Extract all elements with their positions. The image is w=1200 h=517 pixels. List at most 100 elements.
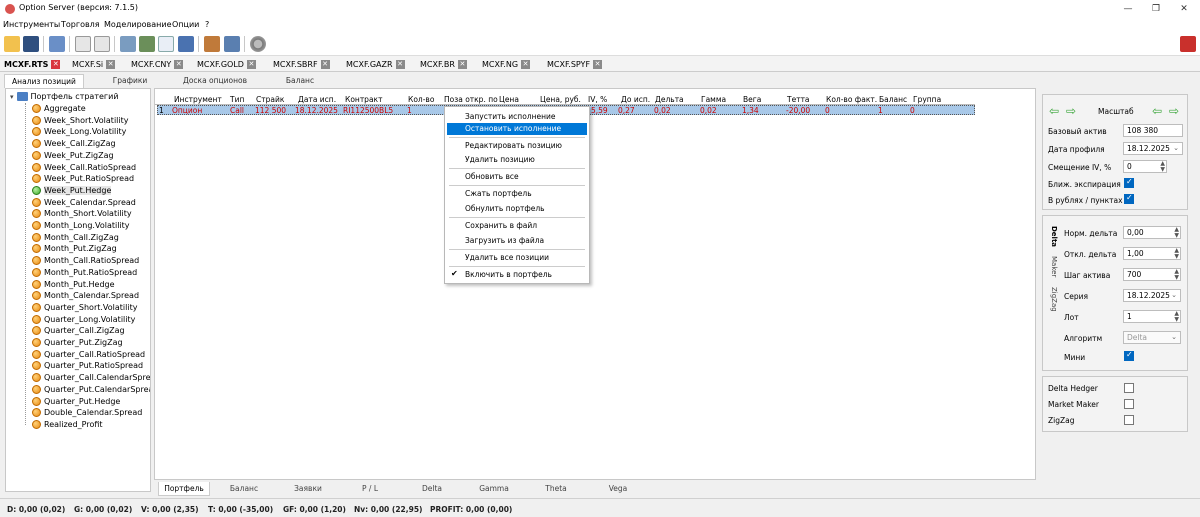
- menu-modeling[interactable]: Моделирование: [104, 20, 172, 29]
- grid-settings-icon[interactable]: [120, 36, 136, 52]
- tab-portfolio[interactable]: Портфель: [158, 482, 210, 496]
- tree-item[interactable]: Quarter_Call.ZigZag: [32, 325, 125, 336]
- menu-load-from-file[interactable]: Загрузить из файла: [447, 235, 587, 247]
- menu-delete-all-positions[interactable]: Удалить все позиции: [447, 252, 587, 264]
- tree-item[interactable]: Week_Put.RatioSpread: [32, 173, 134, 184]
- tree-item[interactable]: Double_Calendar.Spread: [32, 407, 142, 418]
- tree-item[interactable]: Quarter_Put.CalendarSpread: [32, 384, 150, 395]
- spin-icon[interactable]: ▲ ▼: [1174, 248, 1179, 260]
- menu-instruments[interactable]: Инструменты: [3, 20, 60, 29]
- open-folder-icon[interactable]: [4, 36, 20, 52]
- instrument-tab[interactable]: MCXF.BR ✕: [420, 58, 467, 70]
- base-asset-field[interactable]: 108 380: [1123, 124, 1183, 137]
- menu-options[interactable]: Опции: [172, 20, 199, 29]
- tree-item[interactable]: Quarter_Put.Hedge: [32, 396, 120, 407]
- tree-item[interactable]: Month_Short.Volatility: [32, 208, 132, 219]
- tree-item[interactable]: Month_Calendar.Spread: [32, 290, 139, 301]
- document-settings-icon[interactable]: [94, 36, 110, 52]
- chart-tools-icon[interactable]: [139, 36, 155, 52]
- network-icon[interactable]: [224, 36, 240, 52]
- close-tab-icon[interactable]: ✕: [51, 59, 61, 69]
- instrument-tab[interactable]: MCXF.SPYF ✕: [547, 58, 603, 70]
- tab-charts[interactable]: Графики: [104, 74, 156, 88]
- close-tab-icon[interactable]: ✕: [395, 59, 405, 69]
- delta-hedger-checkbox[interactable]: [1124, 383, 1134, 393]
- instrument-tab[interactable]: MCXF.NG ✕: [482, 58, 531, 70]
- menu-reset-portfolio[interactable]: Обнулить портфель: [447, 203, 587, 215]
- menu-start-execution[interactable]: Запустить исполнение: [447, 111, 587, 123]
- menu-help[interactable]: ?: [205, 20, 209, 29]
- iv-shift-stepper[interactable]: 0 ▲ ▼: [1123, 160, 1167, 173]
- tree-item[interactable]: Month_Call.ZigZag: [32, 232, 119, 243]
- col-header[interactable]: Тип: [230, 95, 244, 104]
- instrument-tab[interactable]: MCXF.Si ✕: [72, 58, 116, 70]
- new-document-icon[interactable]: [75, 36, 91, 52]
- close-tab-icon[interactable]: ✕: [320, 59, 330, 69]
- rub-points-checkbox[interactable]: [1124, 193, 1134, 204]
- line-chart-icon[interactable]: [158, 36, 174, 52]
- close-tab-icon[interactable]: ✕: [106, 59, 116, 69]
- spin-icon[interactable]: ▲ ▼: [1174, 227, 1179, 239]
- tree-item[interactable]: Week_Put.ZigZag: [32, 150, 114, 161]
- spin-icon[interactable]: ▲ ▼: [1174, 269, 1179, 281]
- vtab-delta[interactable]: Delta: [1050, 226, 1058, 247]
- tab-position-analysis[interactable]: Анализ позиций: [4, 74, 84, 88]
- spin-icon[interactable]: ▲ ▼: [1160, 161, 1165, 173]
- restore-button[interactable]: ❐: [1142, 2, 1170, 16]
- close-tab-icon[interactable]: ✕: [521, 59, 531, 69]
- col-header[interactable]: Страйк: [256, 95, 284, 104]
- menu-delete-position[interactable]: Удалить позицию: [447, 154, 587, 166]
- tab-delta[interactable]: Delta: [412, 482, 452, 496]
- tree-item[interactable]: Quarter_Short.Volatility: [32, 302, 137, 313]
- col-header[interactable]: Цена: [499, 95, 519, 104]
- tree-item[interactable]: Month_Long.Volatility: [32, 220, 130, 231]
- instrument-tab[interactable]: MCXF.CNY ✕: [131, 58, 184, 70]
- tree-item[interactable]: Week_Call.ZigZag: [32, 138, 116, 149]
- vtab-zigzag[interactable]: ZigZag: [1050, 287, 1058, 312]
- close-tab-icon[interactable]: ✕: [174, 59, 184, 69]
- tree-item[interactable]: Quarter_Put.RatioSpread: [32, 360, 143, 371]
- menu-trading[interactable]: Торговля: [61, 20, 100, 29]
- instrument-tab[interactable]: MCXF.RTS ✕: [4, 58, 61, 70]
- chevron-down-icon[interactable]: ⌄: [1171, 290, 1177, 301]
- arrow-left-icon[interactable]: ⇦: [1152, 104, 1162, 118]
- tree-root[interactable]: ▾ Портфель стратегий: [10, 92, 119, 101]
- chevron-down-icon[interactable]: ⌄: [1171, 332, 1177, 343]
- menu-compress-portfolio[interactable]: Сжать портфель: [447, 188, 587, 200]
- col-header[interactable]: Инструмент: [174, 95, 222, 104]
- arrow-left-icon[interactable]: ⇦: [1049, 104, 1059, 118]
- minimize-button[interactable]: —: [1114, 2, 1142, 16]
- tree-item[interactable]: Quarter_Put.ZigZag: [32, 337, 123, 348]
- tree-item[interactable]: Month_Put.Hedge: [32, 279, 115, 290]
- spin-icon[interactable]: ▲ ▼: [1174, 311, 1179, 323]
- col-header[interactable]: Кол-во факт.: [826, 95, 877, 104]
- close-tab-icon[interactable]: ✕: [246, 59, 256, 69]
- instrument-tab[interactable]: MCXF.SBRF ✕: [273, 58, 330, 70]
- tree-item[interactable]: Week_Long.Volatility: [32, 126, 126, 137]
- gear-icon[interactable]: [250, 36, 266, 52]
- save-icon[interactable]: [23, 36, 39, 52]
- col-header[interactable]: Поза откр. по: [444, 95, 498, 104]
- col-header[interactable]: Гамма: [701, 95, 726, 104]
- tree-item[interactable]: Quarter_Call.CalendarSpread: [32, 372, 150, 383]
- algo-select[interactable]: Delta ⌄: [1123, 331, 1181, 344]
- series-select[interactable]: 18.12.2025 ⌄: [1123, 289, 1181, 302]
- tab-vega[interactable]: Vega: [598, 482, 638, 496]
- col-header[interactable]: До исп.: [621, 95, 650, 104]
- lot-stepper[interactable]: 1 ▲ ▼: [1123, 310, 1181, 323]
- close-button[interactable]: ✕: [1170, 2, 1198, 16]
- col-header[interactable]: Кол-во: [408, 95, 434, 104]
- norm-delta-stepper[interactable]: 0,00 ▲ ▼: [1123, 226, 1181, 239]
- col-header[interactable]: Баланс: [879, 95, 907, 104]
- strategy-tree[interactable]: ▾ Портфель стратегий Aggregate Week_Short…: [5, 88, 151, 492]
- menu-stop-execution[interactable]: Остановить исполнение: [447, 123, 587, 135]
- arrow-right-icon[interactable]: ⇨: [1169, 104, 1179, 118]
- col-header[interactable]: Группа: [913, 95, 941, 104]
- dev-delta-stepper[interactable]: 1,00 ▲ ▼: [1123, 247, 1181, 260]
- tree-item[interactable]: Month_Put.RatioSpread: [32, 267, 137, 278]
- menu-save-to-file[interactable]: Сохранить в файл: [447, 220, 587, 232]
- arrow-right-icon[interactable]: ⇨: [1066, 104, 1076, 118]
- menu-edit-position[interactable]: Редактировать позицию: [447, 140, 587, 152]
- close-tab-icon[interactable]: ✕: [457, 59, 467, 69]
- briefcase-icon[interactable]: [204, 36, 220, 52]
